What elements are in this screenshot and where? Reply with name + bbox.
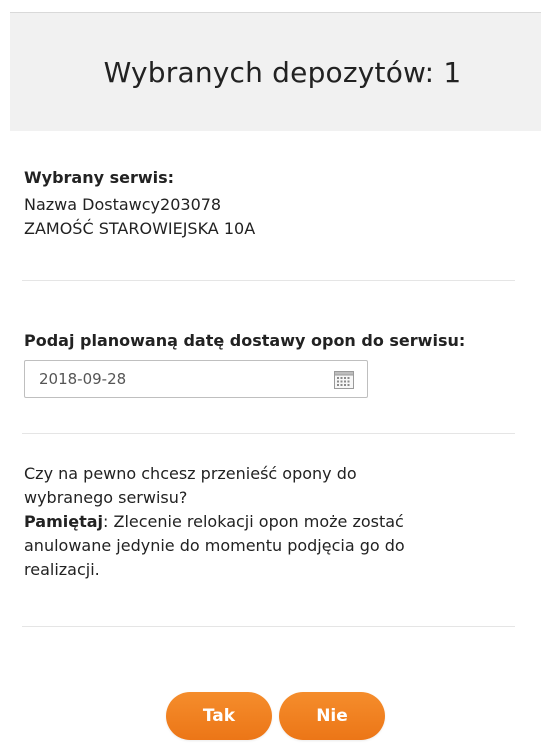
divider xyxy=(22,433,515,434)
note-line-1: Pamiętaj: Zlecenie relokacji opon może z… xyxy=(24,510,515,534)
selected-service-label: Wybrany serwis: xyxy=(24,168,175,187)
note-label: Pamiętaj xyxy=(24,512,104,531)
divider xyxy=(22,626,515,627)
confirmation-text: Czy na pewno chcesz przenieść opony do w… xyxy=(24,462,515,582)
selected-service-section: Wybrany serwis: Nazwa Dostawcy203078 ZAM… xyxy=(24,168,515,241)
yes-button[interactable]: Tak xyxy=(166,692,272,740)
question-line-2: wybranego serwisu? xyxy=(24,488,188,507)
delivery-date-section: Podaj planowaną datę dostawy opon do ser… xyxy=(24,331,515,398)
no-button[interactable]: Nie xyxy=(279,692,385,740)
note-line-3: realizacji. xyxy=(24,560,100,579)
question-line-1: Czy na pewno chcesz przenieść opony do xyxy=(24,464,357,483)
delivery-date-value[interactable]: 2018-09-28 xyxy=(39,370,126,388)
delivery-date-input[interactable]: 2018-09-28 xyxy=(24,360,368,398)
note-line-2: anulowane jedynie do momentu podjęcia go… xyxy=(24,536,405,555)
service-address: ZAMOŚĆ STAROWIEJSKA 10A xyxy=(24,219,256,238)
provider-name: Nazwa Dostawcy203078 xyxy=(24,195,222,214)
button-row: Tak Nie xyxy=(24,692,515,740)
dialog-header: Wybranych depozytów: 1 xyxy=(10,13,541,131)
calendar-icon[interactable] xyxy=(334,370,354,389)
delivery-date-label: Podaj planowaną datę dostawy opon do ser… xyxy=(24,331,466,350)
note-text: : Zlecenie relokacji opon może zostać xyxy=(103,512,404,531)
divider xyxy=(22,280,515,281)
dialog-title: Wybranych depozytów: 1 xyxy=(103,55,462,89)
